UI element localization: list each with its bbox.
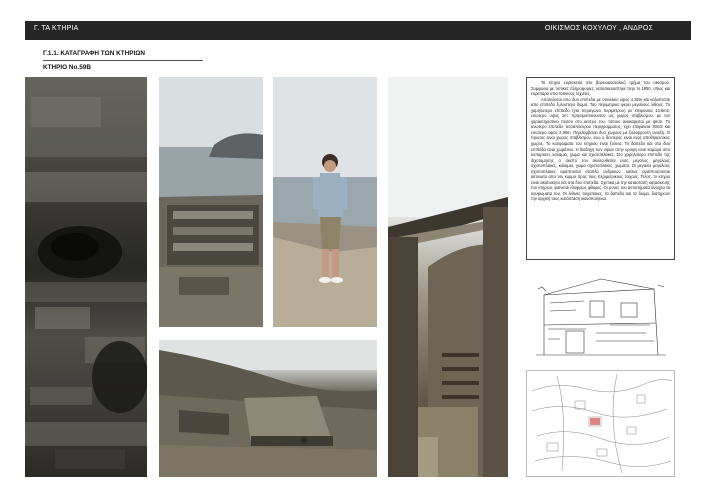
section-label: Γ. ΤΑ ΚΤΗΡΙΑ: [34, 25, 79, 32]
header-bar: Γ. ΤΑ ΚΤΗΡΙΑ ΟΙΚΙΣΜΟΣ ΚΟΧΥΛΟΥ , ΑΝΔΡΟΣ: [25, 21, 691, 40]
settlement-site-plan: [526, 370, 675, 477]
section-title: Γ.1.1. ΚΑΤΑΓΡΑΦΗ ΤΩΝ ΚΤΗΡΙΩΝ: [43, 50, 146, 57]
hillside-building-overview-photo: [159, 340, 377, 477]
ruined-building-sea-view-photo: [159, 77, 263, 327]
stone-wall-detail-photo: [25, 77, 147, 477]
title-rule: [43, 60, 203, 61]
project-label: ΟΙΚΙΣΜΟΣ ΚΟΧΥΛΟΥ , ΑΝΔΡΟΣ: [544, 25, 653, 32]
building-description: Το κτηριο ευρισκεται στο βορειοανατολικό…: [526, 77, 675, 260]
description-paragraph: Το κτηριο ευρισκεται στο βορειοανατολικό…: [531, 80, 670, 97]
building-section-drawing: [526, 267, 675, 365]
description-paragraph: Αποτελειται απο δυο επιπεδα με συνολικο …: [531, 96, 670, 202]
interior-wooden-door-photo: [388, 77, 508, 477]
building-title: ΚΤΗΡΙΟ Νο.59Β: [43, 64, 91, 71]
building-marker: [590, 418, 600, 425]
person-standing-on-roof-photo: [273, 77, 377, 327]
